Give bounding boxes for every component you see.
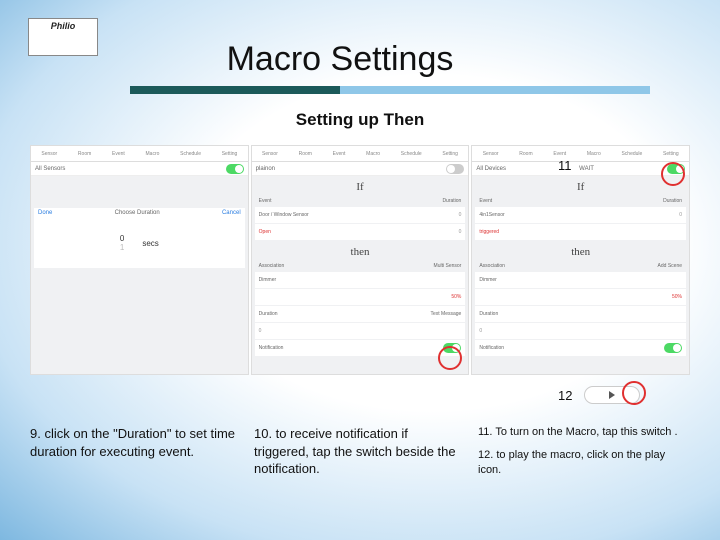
screenshot-2: SensorRoomEvent MacroScheduleSetting pla… bbox=[251, 145, 470, 375]
tab-bar: SensorRoomEvent MacroScheduleSetting bbox=[472, 146, 689, 162]
page-title: Macro Settings bbox=[0, 40, 680, 79]
screenshot-row: SensorRoomEvent MacroScheduleSetting All… bbox=[30, 145, 690, 375]
macro-toggle[interactable] bbox=[446, 164, 464, 174]
instruction-9: 9. click on the "Duration" to set time d… bbox=[30, 425, 242, 478]
then-heading: then bbox=[252, 241, 469, 260]
picker-done[interactable]: Done bbox=[38, 210, 52, 216]
macro-toggle[interactable] bbox=[226, 164, 244, 174]
macro-enable-toggle[interactable] bbox=[667, 164, 685, 174]
if-heading: If bbox=[472, 176, 689, 195]
tab-bar: SensorRoomEvent MacroScheduleSetting bbox=[31, 146, 248, 162]
then-heading: then bbox=[472, 241, 689, 260]
filter-row: plainon bbox=[252, 162, 469, 176]
notification-toggle[interactable] bbox=[664, 343, 682, 353]
instruction-10: 10. to receive notification if triggered… bbox=[254, 425, 466, 478]
notification-label: Notification bbox=[479, 345, 504, 351]
notification-label: Notification bbox=[259, 345, 284, 351]
picker-cancel[interactable]: Cancel bbox=[222, 210, 241, 216]
wait-label: WAIT bbox=[579, 166, 594, 172]
play-button[interactable] bbox=[584, 386, 640, 404]
callout-11: 11 bbox=[558, 158, 572, 173]
picker-title: Choose Duration bbox=[115, 210, 160, 216]
instruction-row: 9. click on the "Duration" to set time d… bbox=[30, 425, 690, 478]
title-underline bbox=[130, 86, 650, 94]
filter-label: plainon bbox=[256, 166, 275, 172]
filter-row: All Devices WAIT bbox=[472, 162, 689, 176]
filter-row: All Sensors bbox=[31, 162, 248, 176]
filter-label: All Devices bbox=[476, 166, 506, 172]
page-subtitle: Setting up Then bbox=[0, 110, 720, 130]
instruction-11-12: 11. To turn on the Macro, tap this switc… bbox=[478, 425, 690, 478]
if-heading: If bbox=[252, 176, 469, 195]
duration-picker[interactable]: Done Choose Duration Cancel 0 1 secs bbox=[34, 208, 245, 268]
screenshot-3: SensorRoomEvent MacroScheduleSetting All… bbox=[471, 145, 690, 375]
filter-label: All Sensors bbox=[35, 166, 65, 172]
notification-toggle[interactable] bbox=[443, 343, 461, 353]
tab-bar: SensorRoomEvent MacroScheduleSetting bbox=[252, 146, 469, 162]
screenshot-1: SensorRoomEvent MacroScheduleSetting All… bbox=[30, 145, 249, 375]
callout-12: 12 bbox=[558, 388, 572, 403]
